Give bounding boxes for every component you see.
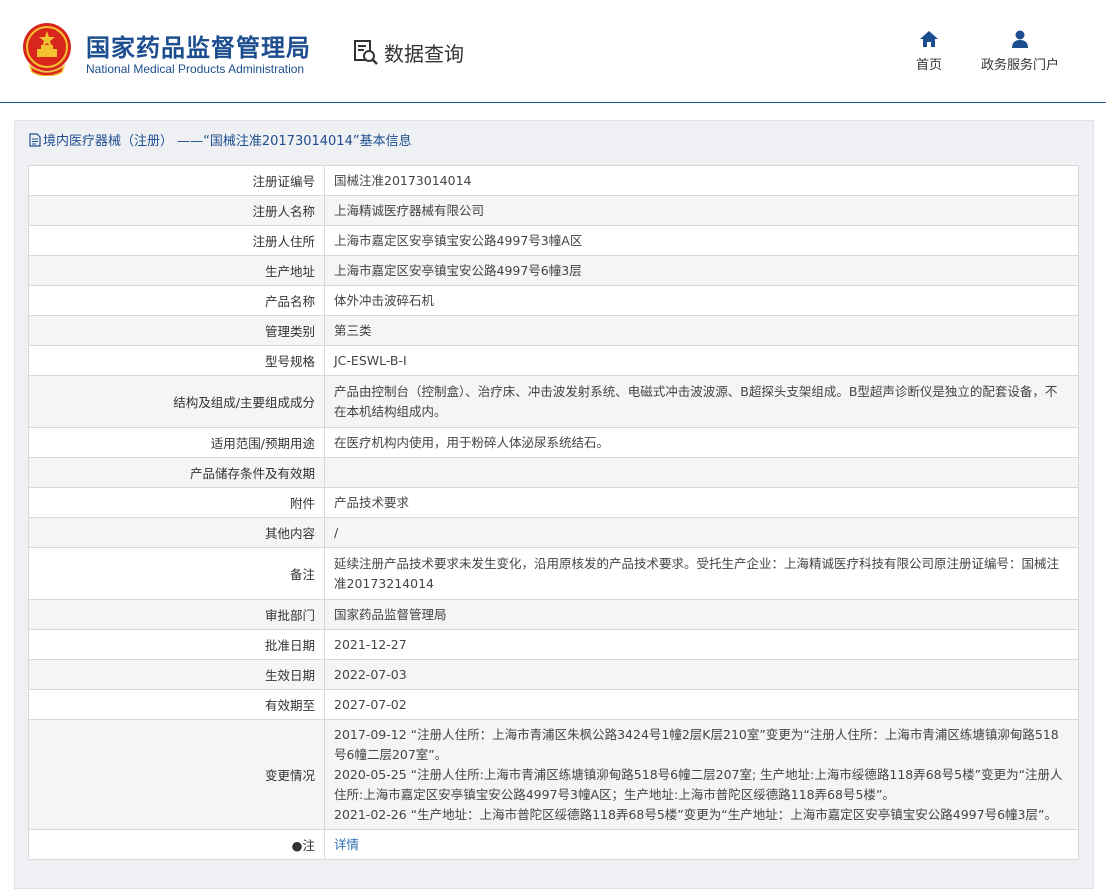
nav-home-label: 首页	[915, 58, 942, 73]
row-value: 2027-07-02	[324, 689, 1079, 720]
row-value: 延续注册产品技术要求未发生变化，沿用原核发的产品技术要求。受托生产企业：上海精诚…	[324, 547, 1079, 600]
nav-gov-portal[interactable]: 政务服务门户	[978, 30, 1062, 73]
table-row: 有效期至 2027-07-02	[28, 689, 1079, 720]
panel-title-text: 境内医疗器械（注册） ——“国械注准20173014014”基本信息	[43, 134, 412, 149]
site-header: 国家药品监督管理局 National Medical Products Admi…	[0, 0, 1106, 103]
change-record: 2017-09-12 “注册人住所：上海市青浦区朱枫公路3424号1幢2层K层2…	[334, 726, 1059, 762]
row-label: 有效期至	[28, 689, 325, 720]
change-record: 2020-05-25 “注册人住所:上海市青浦区练塘镇泖甸路518号6幢二层20…	[334, 766, 1063, 802]
row-label: 批准日期	[28, 629, 325, 660]
panel-title: 境内医疗器械（注册） ——“国械注准20173014014”基本信息	[29, 130, 412, 149]
table-row: 注册证编号 国械注准20173014014	[28, 165, 1079, 196]
row-label: 产品储存条件及有效期	[28, 457, 325, 488]
row-label: 附件	[28, 487, 325, 518]
data-query-label: 数据查询	[384, 41, 464, 66]
row-label: 结构及组成/主要组成成分	[28, 375, 325, 428]
table-row: 产品名称 体外冲击波碎石机	[28, 285, 1079, 316]
row-label: 注册人名称	[28, 195, 325, 226]
info-table: 注册证编号 国械注准20173014014 注册人名称 上海精诚医疗器械有限公司 注…	[28, 165, 1079, 860]
table-row: 附件 产品技术要求	[28, 487, 1079, 518]
row-label: 生效日期	[28, 659, 325, 690]
row-label: 备注	[28, 547, 325, 600]
row-label: 变更情况	[28, 719, 325, 830]
table-row: 生产地址 上海市嘉定区安亭镇宝安公路4997号6幢3层	[28, 255, 1079, 286]
row-value: 上海市嘉定区安亭镇宝安公路4997号6幢3层	[324, 255, 1079, 286]
row-label: 其他内容	[28, 517, 325, 548]
table-row: 审批部门 国家药品监督管理局	[28, 599, 1079, 630]
table-row: 批准日期 2021-12-27	[28, 629, 1079, 660]
row-value: 在医疗机构内使用，用于粉碎人体泌尿系统结石。	[324, 427, 1079, 458]
data-query-title: 数据查询	[352, 37, 464, 67]
table-row: 生效日期 2022-07-03	[28, 659, 1079, 690]
table-row: 型号规格 JC-ESWL-B-Ⅰ	[28, 345, 1079, 376]
table-row: 产品储存条件及有效期	[28, 457, 1079, 488]
row-value: 国家药品监督管理局	[324, 599, 1079, 630]
row-value: 产品技术要求	[324, 487, 1079, 518]
row-value: /	[324, 517, 1079, 548]
row-label: 适用范围/预期用途	[28, 427, 325, 458]
row-value: 2022-07-03	[324, 659, 1079, 690]
national-emblem-icon	[23, 23, 71, 76]
row-value	[324, 457, 1079, 488]
row-value: 2017-09-12 “注册人住所：上海市青浦区朱枫公路3424号1幢2层K层2…	[324, 719, 1079, 830]
org-name-cn: 国家药品监督管理局	[86, 34, 311, 62]
row-label: 生产地址	[28, 255, 325, 286]
row-label: 注册人住所	[28, 225, 325, 256]
row-value: 国械注准20173014014	[324, 165, 1079, 196]
row-value: 2021-12-27	[324, 629, 1079, 660]
table-row: 注册人住所 上海市嘉定区安亭镇宝安公路4997号3幢A区	[28, 225, 1079, 256]
row-label: 产品名称	[28, 285, 325, 316]
table-row: 变更情况 2017-09-12 “注册人住所：上海市青浦区朱枫公路3424号1幢…	[28, 719, 1079, 830]
row-label: 型号规格	[28, 345, 325, 376]
row-label: 注册证编号	[28, 165, 325, 196]
details-link[interactable]: 详情	[334, 837, 359, 852]
table-row: 备注 延续注册产品技术要求未发生变化，沿用原核发的产品技术要求。受托生产企业：上海…	[28, 547, 1079, 600]
table-row: 适用范围/预期用途 在医疗机构内使用，用于粉碎人体泌尿系统结石。	[28, 427, 1079, 458]
change-record: 2021-02-26 “生产地址：上海市普陀区绥德路118弄68号5楼”变更为“…	[334, 806, 1057, 822]
table-row: 结构及组成/主要组成成分 产品由控制台（控制盒）、治疗床、冲击波发射系统、电磁式冲…	[28, 375, 1079, 428]
row-value: JC-ESWL-B-Ⅰ	[324, 345, 1079, 376]
row-value: 上海市嘉定区安亭镇宝安公路4997号3幢A区	[324, 225, 1079, 256]
row-label: ●注	[28, 829, 325, 860]
row-label: 管理类别	[28, 315, 325, 346]
user-icon	[1012, 30, 1028, 48]
table-row: 管理类别 第三类	[28, 315, 1079, 346]
nav-portal-label: 政务服务门户	[980, 58, 1059, 73]
table-row: 注册人名称 上海精诚医疗器械有限公司	[28, 195, 1079, 226]
table-row: ●注 详情	[28, 829, 1079, 860]
row-value: 详情	[324, 829, 1079, 860]
row-value: 第三类	[324, 315, 1079, 346]
detail-panel: 境内医疗器械（注册） ——“国械注准20173014014”基本信息 注册证编号…	[14, 120, 1094, 889]
nav-home[interactable]: 首页	[910, 30, 948, 73]
document-icon	[29, 132, 41, 147]
row-value: 上海精诚医疗器械有限公司	[324, 195, 1079, 226]
row-value: 体外冲击波碎石机	[324, 285, 1079, 316]
row-value: 产品由控制台（控制盒）、治疗床、冲击波发射系统、电磁式冲击波波源、B超探头支架组…	[324, 375, 1079, 428]
home-icon	[920, 31, 938, 47]
table-row: 其他内容 /	[28, 517, 1079, 548]
document-search-icon	[354, 40, 378, 65]
org-name-en: National Medical Products Administration	[86, 62, 305, 76]
row-label: 审批部门	[28, 599, 325, 630]
